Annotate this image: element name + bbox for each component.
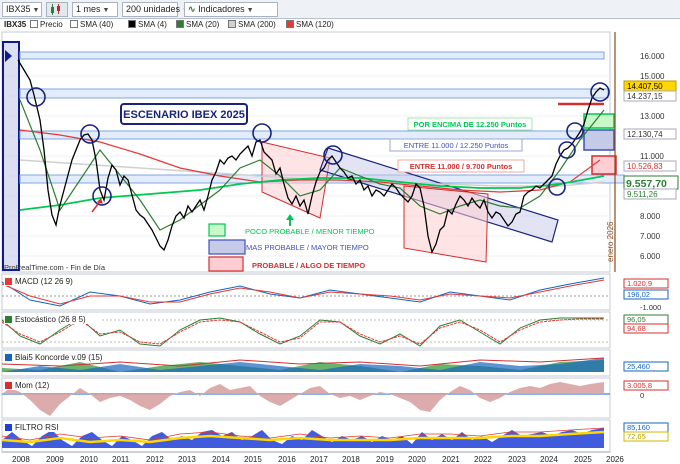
- key-swatch-red: [208, 256, 244, 272]
- x-tick: 2024: [540, 455, 558, 464]
- momentum-axis-tick: 0: [640, 391, 644, 400]
- scenario-blue-box: [583, 129, 615, 151]
- koncorde-badge-text: 25,460: [627, 362, 650, 371]
- stochastic-badge-1-text: 96,05: [627, 315, 646, 324]
- y-tick: 6.000: [640, 252, 661, 261]
- key-label-red: PROBABLE / ALGO DE TIEMPO: [252, 261, 365, 270]
- x-tick: 2013: [178, 455, 196, 464]
- x-tick: 2009: [46, 455, 64, 464]
- zone-2008: [2, 41, 20, 271]
- badge-9557-text: 9.557,70: [626, 178, 667, 190]
- panel-swatch: [5, 424, 12, 431]
- zone-14200: [19, 88, 609, 99]
- chart-canvas[interactable]: enero 2026 ESCENARIO IBEX 2025 POR ENCIM…: [0, 0, 680, 464]
- key-swatch-blue: [208, 239, 246, 255]
- x-tick: 2019: [376, 455, 394, 464]
- x-tick: 2010: [80, 455, 98, 464]
- panel-swatch: [5, 382, 12, 389]
- chart-title: ESCENARIO IBEX 2025: [123, 109, 245, 121]
- x-tick: 2012: [146, 455, 164, 464]
- price-badges: 14.407,50 14.237,15 12.130,74 10.526,83 …: [623, 80, 679, 200]
- zone-16000: [19, 51, 605, 60]
- annotation-11000-12250-text: ENTRE 11.000 / 12.250 Puntos: [404, 141, 509, 150]
- vertical-marker-label: enero 2026: [606, 221, 615, 262]
- channel-red-2020: [403, 185, 489, 263]
- x-tick: 2016: [278, 455, 296, 464]
- x-tick: 2015: [244, 455, 262, 464]
- stochastic-badge-2-text: 94,68: [627, 324, 646, 333]
- badge-last-price-text: 14.407,50: [627, 82, 663, 91]
- y-tick: 7.000: [640, 232, 661, 241]
- x-tick: 2026: [606, 455, 624, 464]
- badge-10526-text: 10.526,83: [627, 162, 663, 171]
- x-tick: 2017: [310, 455, 328, 464]
- x-tick: 2020: [408, 455, 426, 464]
- y-tick: 11.000: [640, 152, 664, 161]
- y-tick: 16.000: [640, 52, 665, 61]
- stochastic-label[interactable]: Estocástico (26 8 5): [15, 315, 86, 324]
- annotation-11000-9700-text: ENTRE 11.000 / 9.700 Puntos: [410, 162, 513, 171]
- y-tick: 8.000: [640, 212, 661, 221]
- x-tick: 2011: [112, 455, 130, 464]
- annotation-above-12250-text: POR ENCIMA DE 12.250 Puntos: [414, 120, 527, 129]
- rsi-label[interactable]: FILTRO RSI: [15, 423, 58, 432]
- macd-label[interactable]: MACD (12 26 9): [15, 277, 73, 286]
- x-tick: 2023: [508, 455, 526, 464]
- x-tick: 2021: [442, 455, 460, 464]
- momentum-badge-text: 3.005,8: [627, 381, 652, 390]
- x-axis-labels: 2008 2009 2010 2011 2012 2013 2014 2015 …: [12, 455, 624, 464]
- scenario-red-box: [591, 155, 617, 175]
- momentum-label[interactable]: Mom (12): [15, 381, 50, 390]
- badge-9511-text: 9.511,26: [627, 190, 658, 199]
- y-tick: 13.000: [640, 112, 665, 121]
- x-tick: 2008: [12, 455, 30, 464]
- key-label-green: POCO PROBABLE / MENOR TIEMPO: [245, 227, 375, 236]
- macd-badge-1-text: 1.020,9: [627, 279, 652, 288]
- x-tick: 2025: [574, 455, 592, 464]
- zone-12100: [19, 130, 613, 140]
- source-label: ProRealTime.com - Fin de Día: [4, 263, 106, 272]
- rsi-badge-2-text: 72,65: [627, 432, 646, 441]
- macd-badge-2-text: 196,02: [627, 290, 650, 299]
- badge-12130-text: 12.130,74: [627, 130, 663, 139]
- badge-14237-text: 14.237,15: [627, 92, 663, 101]
- x-tick: 2018: [342, 455, 360, 464]
- x-tick: 2022: [474, 455, 492, 464]
- macd-axis-tick: -1.000: [640, 303, 661, 312]
- rsi-badge-1-text: 85,160: [627, 423, 650, 432]
- y-tick: 15.000: [640, 72, 665, 81]
- key-swatch-green: [208, 223, 226, 237]
- key-label-blue: MAS PROBABLE / MAYOR TIEMPO: [246, 243, 369, 252]
- x-tick: 2014: [212, 455, 230, 464]
- koncorde-label[interactable]: Blai5 Koncorde v.09 (15): [15, 353, 103, 362]
- momentum-panel: [1, 377, 611, 419]
- panel-swatch: [5, 354, 12, 361]
- panel-swatch: [5, 278, 12, 285]
- panel-swatch: [5, 316, 12, 323]
